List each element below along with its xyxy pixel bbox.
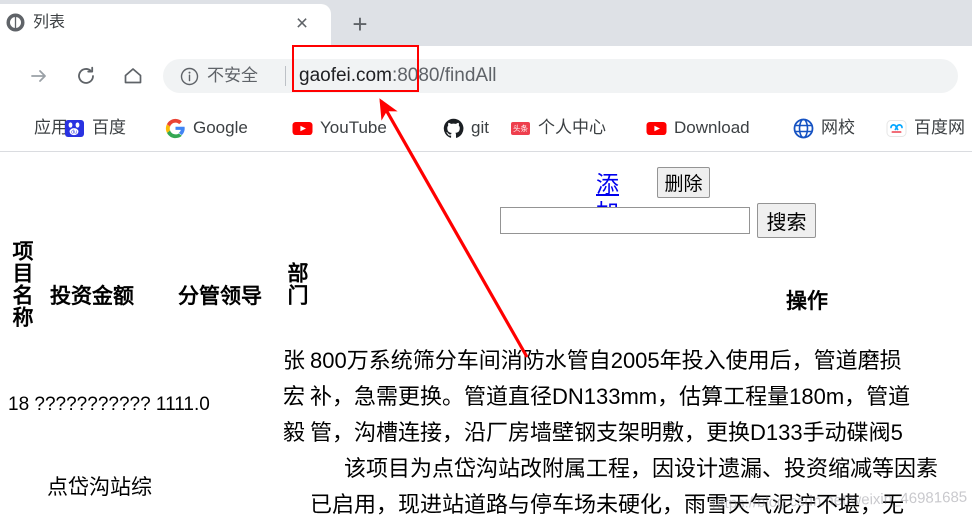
search-input[interactable] xyxy=(500,207,750,234)
bookmark-personal-center[interactable]: 头条 个人中心 xyxy=(510,113,606,143)
bookmark-label: YouTube xyxy=(320,118,387,137)
column-header-action: 操作 xyxy=(786,290,828,313)
column-header-leader: 分管领导 xyxy=(178,285,262,308)
bookmark-git[interactable]: git xyxy=(443,113,489,143)
youtube-icon xyxy=(292,118,313,139)
address-bar[interactable]: 不安全 gaofei.com:8080/findAll xyxy=(163,59,958,93)
bookmark-apps[interactable]: 应用 xyxy=(6,113,68,143)
browser-chrome: 列表 × + 不安全 gaofei.com:8080/findAll 应用 du… xyxy=(0,0,972,152)
new-tab-button[interactable]: + xyxy=(340,8,380,42)
description-line: 管，沟槽连接，沿厂房墙壁钢支架明敷，更换D133手动碟阀5 xyxy=(310,420,903,445)
bookmark-google[interactable]: Google xyxy=(165,113,248,143)
column-header-department: 部门 xyxy=(285,262,308,306)
baidu-paw-icon: du xyxy=(64,118,85,139)
bookmark-label: 个人中心 xyxy=(538,118,606,137)
bookmark-label: 百度网 xyxy=(914,118,965,137)
tab-strip: 列表 × + xyxy=(0,0,972,46)
url-text[interactable]: gaofei.com:8080/findAll xyxy=(299,61,497,91)
bookmark-label: Google xyxy=(193,118,248,137)
bookmark-baidu[interactable]: du 百度 xyxy=(64,113,126,143)
google-g-icon xyxy=(165,118,186,139)
omnibox-divider xyxy=(285,66,286,86)
home-icon[interactable] xyxy=(116,59,150,93)
leader-char: 毅 xyxy=(283,420,306,445)
globe-blue-icon xyxy=(793,118,814,139)
bookmarks-bar: 应用 du 百度 Google YouTube git 头条 个人中心 Down… xyxy=(0,105,972,152)
reload-icon[interactable] xyxy=(69,59,103,93)
bookmark-baidu-pan[interactable]: 百度网 xyxy=(886,113,965,143)
delete-button[interactable]: 删除 xyxy=(657,167,710,198)
bookmark-label: Download xyxy=(674,118,750,137)
browser-toolbar: 不安全 gaofei.com:8080/findAll xyxy=(0,46,972,105)
column-header-project-name: 项目名称 xyxy=(10,240,33,328)
description-line: 该项目为点岱沟站改附属工程，因设计遗漏、投资缩减等因素 xyxy=(310,451,972,487)
baidu-pan-icon xyxy=(886,118,907,139)
tab-favicon-icon xyxy=(6,13,25,32)
url-path: :8080/findAll xyxy=(391,65,497,86)
description-text: 该项目为点岱沟站改附属工程，因设计遗漏、投资缩减等因素 xyxy=(344,456,939,481)
bookmark-youtube[interactable]: YouTube xyxy=(292,113,387,143)
security-status-label: 不安全 xyxy=(207,66,258,85)
bookmark-download[interactable]: Download xyxy=(646,113,750,143)
info-circle-icon[interactable] xyxy=(180,67,199,86)
description-line: 已启用，现进站道路与停车场未硬化，雨雪天气泥泞不堪，无 xyxy=(310,492,905,517)
tab-title: 列表 xyxy=(33,14,66,31)
arrow-forward-icon[interactable] xyxy=(22,59,56,93)
column-header-investment-amount: 投资金额 xyxy=(50,285,134,308)
page-content: 添加 删除 搜索 项目名称 投资金额 分管领导 部门 操作 18 ???????… xyxy=(0,152,972,519)
bookmark-label: 网校 xyxy=(821,118,855,137)
apps-grid-icon xyxy=(6,118,27,139)
table-row-cell-description: 800万系统筛分车间消防水管自2005年投入使用后，管道磨损 补，急需更换。管道… xyxy=(310,343,972,523)
url-host: gaofei.com xyxy=(299,65,392,86)
leader-char: 宏 xyxy=(283,384,306,409)
table-row-cell-project-name: 点岱沟站综 xyxy=(47,476,152,499)
bookmark-school[interactable]: 网校 xyxy=(793,113,855,143)
table-row-cell-leader: 张 宏 毅 xyxy=(283,343,309,451)
description-line: 补，急需更换。管道直径DN133mm，估算工程量180m，管道 xyxy=(310,384,911,409)
description-line: 800万系统筛分车间消防水管自2005年投入使用后，管道磨损 xyxy=(310,348,902,373)
bookmark-label: 应用 xyxy=(34,118,68,137)
bookmark-label: 百度 xyxy=(92,118,126,137)
table-row-cell-id: 18 ??????????? 1111.0 xyxy=(8,394,210,415)
toutiao-icon: 头条 xyxy=(510,118,531,139)
svg-text:头条: 头条 xyxy=(513,123,528,133)
leader-char: 张 xyxy=(283,348,306,373)
youtube-icon xyxy=(646,118,667,139)
search-button[interactable]: 搜索 xyxy=(757,203,816,238)
close-icon[interactable]: × xyxy=(290,12,314,36)
bookmark-label: git xyxy=(471,118,489,137)
svg-text:du: du xyxy=(71,129,77,135)
github-icon xyxy=(443,118,464,139)
